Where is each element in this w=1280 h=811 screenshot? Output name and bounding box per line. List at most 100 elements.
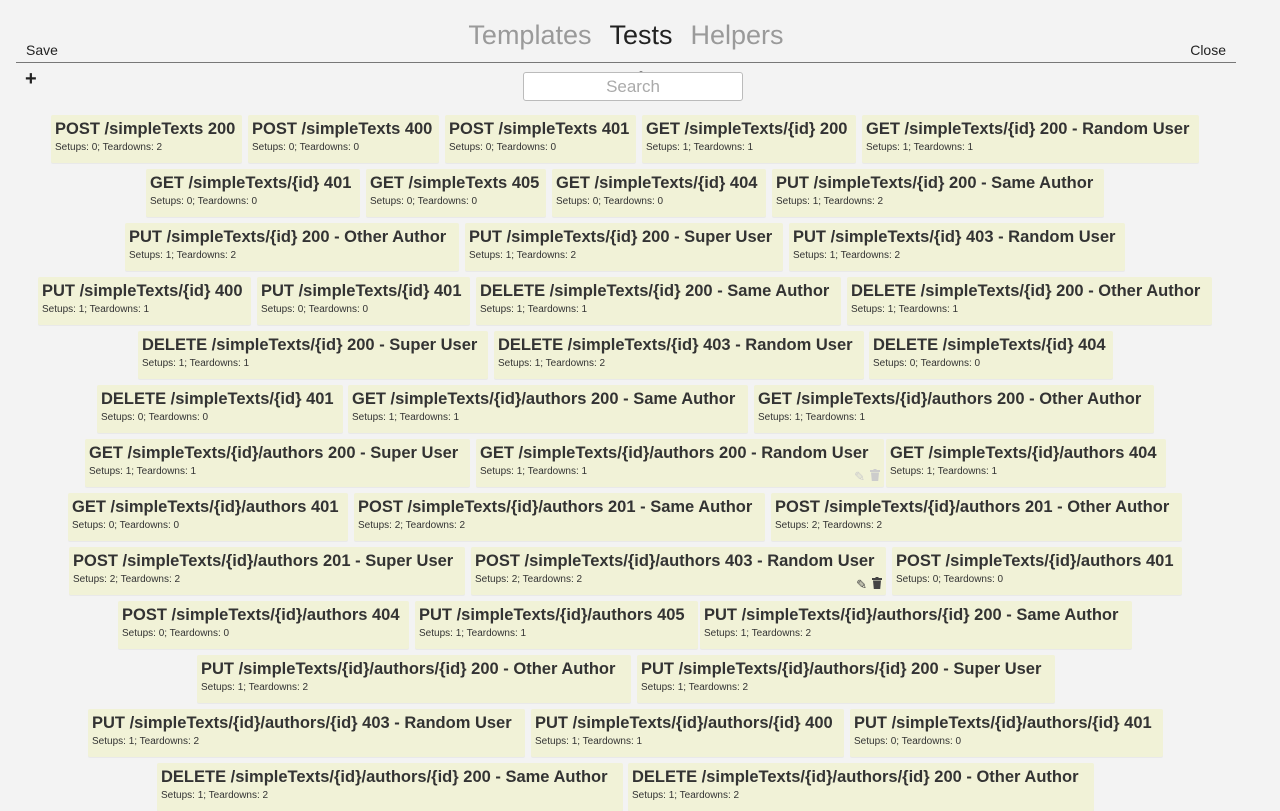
- test-setup-summary: Setups: 0; Teardowns: 0: [150, 196, 258, 207]
- test-row: POST /simpleTexts/{id}/authors 201 - Sup…: [0, 547, 1280, 595]
- test-card[interactable]: DELETE /simpleTexts/{id} 401 Setups: 0; T…: [97, 385, 343, 433]
- test-card[interactable]: POST /simpleTexts/{id}/authors 404 Setups…: [118, 601, 409, 649]
- tab-bar: Templates Tests Helpers: [16, 18, 1236, 78]
- test-row: PUT /simpleTexts/{id} 400 Setups: 1; Tear…: [0, 277, 1280, 325]
- test-card[interactable]: POST /simpleTexts/{id}/authors 201 - Sup…: [69, 547, 465, 595]
- test-row: GET /simpleTexts/{id}/authors 401 Setups:…: [0, 493, 1280, 541]
- edit-icon[interactable]: ✎: [854, 470, 865, 483]
- test-card[interactable]: GET /simpleTexts/{id}/authors 404 Setups:…: [886, 439, 1166, 487]
- test-card[interactable]: PUT /simpleTexts/{id} 403 - Random User S…: [789, 223, 1125, 271]
- test-title: DELETE /simpleTexts/{id} 401: [101, 390, 334, 408]
- test-card[interactable]: PUT /simpleTexts/{id}/authors 405 Setups:…: [415, 601, 698, 649]
- test-card[interactable]: POST /simpleTexts 200 Setups: 0; Teardown…: [51, 115, 242, 163]
- test-card[interactable]: DELETE /simpleTexts/{id}/authors/{id} 20…: [628, 763, 1094, 811]
- test-title: POST /simpleTexts/{id}/authors 201 - Oth…: [775, 498, 1170, 516]
- test-row: PUT /simpleTexts/{id} 200 - Other Author…: [0, 223, 1280, 271]
- test-title: PUT /simpleTexts/{id} 401: [261, 282, 462, 300]
- test-setup-summary: Setups: 2; Teardowns: 2: [475, 574, 583, 585]
- test-card[interactable]: PUT /simpleTexts/{id}/authors/{id} 200 -…: [700, 601, 1132, 649]
- test-title: DELETE /simpleTexts/{id} 200 - Other Aut…: [851, 282, 1201, 300]
- test-title: POST /simpleTexts 200: [55, 120, 236, 138]
- test-card[interactable]: GET /simpleTexts/{id}/authors 401 Setups:…: [68, 493, 348, 541]
- search-input[interactable]: [523, 72, 743, 101]
- test-card[interactable]: GET /simpleTexts/{id} 200 Setups: 1; Tear…: [642, 115, 856, 163]
- test-card[interactable]: POST /simpleTexts 400 Setups: 0; Teardown…: [248, 115, 439, 163]
- test-row: GET /simpleTexts/{id} 401 Setups: 0; Tear…: [0, 169, 1280, 217]
- test-card[interactable]: PUT /simpleTexts/{id}/authors/{id} 200 -…: [637, 655, 1055, 703]
- test-setup-summary: Setups: 1; Teardowns: 2: [469, 250, 577, 261]
- test-title: POST /simpleTexts 400: [252, 120, 433, 138]
- test-title: POST /simpleTexts/{id}/authors 201 - Sup…: [73, 552, 454, 570]
- test-row: DELETE /simpleTexts/{id}/authors/{id} 20…: [0, 763, 1280, 811]
- test-setup-summary: Setups: 1; Teardowns: 1: [480, 466, 588, 477]
- test-card[interactable]: PUT /simpleTexts/{id} 200 - Other Author…: [125, 223, 459, 271]
- tab-helpers[interactable]: Helpers: [691, 18, 784, 52]
- header-bar: Save Templates Tests Helpers Close: [16, 0, 1236, 78]
- test-card[interactable]: GET /simpleTexts/{id}/authors 200 - Othe…: [754, 385, 1154, 433]
- test-setup-summary: Setups: 1; Teardowns: 1: [535, 736, 643, 747]
- test-card[interactable]: POST /simpleTexts/{id}/authors 401 Setups…: [892, 547, 1182, 595]
- test-title: GET /simpleTexts/{id}/authors 401: [72, 498, 339, 516]
- test-card[interactable]: PUT /simpleTexts/{id} 401 Setups: 0; Tear…: [257, 277, 470, 325]
- test-setup-summary: Setups: 1; Teardowns: 1: [89, 466, 197, 477]
- test-title: PUT /simpleTexts/{id} 200 - Super User: [469, 228, 773, 246]
- test-title: PUT /simpleTexts/{id}/authors/{id} 200 -…: [704, 606, 1119, 624]
- test-setup-summary: Setups: 1; Teardowns: 2: [129, 250, 237, 261]
- test-setup-summary: Setups: 0; Teardowns: 0: [854, 736, 962, 747]
- edit-icon[interactable]: ✎: [856, 578, 867, 591]
- test-setup-summary: Setups: 1; Teardowns: 1: [419, 628, 527, 639]
- test-setup-summary: Setups: 1; Teardowns: 1: [42, 304, 150, 315]
- test-card[interactable]: GET /simpleTexts 405 Setups: 0; Teardowns…: [366, 169, 546, 217]
- test-setup-summary: Setups: 1; Teardowns: 1: [866, 142, 974, 153]
- test-card[interactable]: GET /simpleTexts/{id} 404 Setups: 0; Tear…: [552, 169, 766, 217]
- tab-tests[interactable]: Tests: [609, 18, 673, 78]
- test-card[interactable]: DELETE /simpleTexts/{id} 200 - Other Aut…: [847, 277, 1212, 325]
- test-card[interactable]: PUT /simpleTexts/{id}/authors/{id} 400 Se…: [531, 709, 844, 757]
- test-card[interactable]: GET /simpleTexts/{id} 401 Setups: 0; Tear…: [146, 169, 360, 217]
- test-card[interactable]: POST /simpleTexts 401 Setups: 0; Teardown…: [445, 115, 636, 163]
- trash-icon[interactable]: [872, 577, 882, 591]
- test-title: POST /simpleTexts/{id}/authors 403 - Ran…: [475, 552, 875, 570]
- test-card[interactable]: DELETE /simpleTexts/{id} 200 - Same Auth…: [476, 277, 841, 325]
- test-setup-summary: Setups: 1; Teardowns: 2: [161, 790, 269, 801]
- test-title: PUT /simpleTexts/{id}/authors 405: [419, 606, 685, 624]
- test-setup-summary: Setups: 0; Teardowns: 0: [873, 358, 981, 369]
- trash-icon[interactable]: [870, 469, 880, 483]
- close-button[interactable]: Close: [1190, 42, 1226, 58]
- test-setup-summary: Setups: 1; Teardowns: 2: [704, 628, 812, 639]
- test-title: GET /simpleTexts/{id} 401: [150, 174, 352, 192]
- test-card[interactable]: PUT /simpleTexts/{id}/authors/{id} 403 -…: [88, 709, 525, 757]
- test-card[interactable]: PUT /simpleTexts/{id} 400 Setups: 1; Tear…: [38, 277, 251, 325]
- test-card[interactable]: POST /simpleTexts/{id}/authors 403 - Ran…: [471, 547, 886, 595]
- test-row: POST /simpleTexts/{id}/authors 404 Setups…: [0, 601, 1280, 649]
- test-title: DELETE /simpleTexts/{id} 200 - Same Auth…: [480, 282, 830, 300]
- test-setup-summary: Setups: 0; Teardowns: 0: [101, 412, 209, 423]
- test-card[interactable]: DELETE /simpleTexts/{id} 200 - Super Use…: [138, 331, 488, 379]
- test-card[interactable]: POST /simpleTexts/{id}/authors 201 - Sam…: [354, 493, 765, 541]
- test-card[interactable]: GET /simpleTexts/{id}/authors 200 - Same…: [348, 385, 748, 433]
- test-title: DELETE /simpleTexts/{id}/authors/{id} 20…: [632, 768, 1079, 786]
- test-title: PUT /simpleTexts/{id} 400: [42, 282, 243, 300]
- test-card[interactable]: PUT /simpleTexts/{id} 200 - Same Author S…: [772, 169, 1104, 217]
- test-card[interactable]: PUT /simpleTexts/{id}/authors/{id} 401 Se…: [850, 709, 1163, 757]
- test-setup-summary: Setups: 0; Teardowns: 0: [122, 628, 230, 639]
- tab-templates[interactable]: Templates: [468, 18, 591, 52]
- test-card[interactable]: DELETE /simpleTexts/{id} 403 - Random Us…: [494, 331, 864, 379]
- test-card-actions: ✎: [851, 577, 882, 591]
- test-card[interactable]: GET /simpleTexts/{id}/authors 200 - Supe…: [85, 439, 470, 487]
- test-setup-summary: Setups: 0; Teardowns: 2: [55, 142, 163, 153]
- test-title: DELETE /simpleTexts/{id} 404: [873, 336, 1106, 354]
- test-title: PUT /simpleTexts/{id}/authors/{id} 403 -…: [92, 714, 512, 732]
- test-card[interactable]: GET /simpleTexts/{id} 200 - Random User S…: [862, 115, 1199, 163]
- test-card[interactable]: GET /simpleTexts/{id}/authors 200 - Rand…: [476, 439, 884, 487]
- test-title: PUT /simpleTexts/{id}/authors/{id} 401: [854, 714, 1152, 732]
- test-card[interactable]: PUT /simpleTexts/{id} 200 - Super User Se…: [465, 223, 783, 271]
- test-title: PUT /simpleTexts/{id}/authors/{id} 200 -…: [201, 660, 616, 678]
- test-card[interactable]: DELETE /simpleTexts/{id}/authors/{id} 20…: [157, 763, 623, 811]
- add-test-button[interactable]: +: [25, 68, 37, 90]
- test-setup-summary: Setups: 1; Teardowns: 2: [498, 358, 606, 369]
- test-card[interactable]: PUT /simpleTexts/{id}/authors/{id} 200 -…: [197, 655, 631, 703]
- test-card[interactable]: POST /simpleTexts/{id}/authors 201 - Oth…: [771, 493, 1182, 541]
- test-card[interactable]: DELETE /simpleTexts/{id} 404 Setups: 0; T…: [869, 331, 1113, 379]
- test-title: PUT /simpleTexts/{id} 200 - Same Author: [776, 174, 1094, 192]
